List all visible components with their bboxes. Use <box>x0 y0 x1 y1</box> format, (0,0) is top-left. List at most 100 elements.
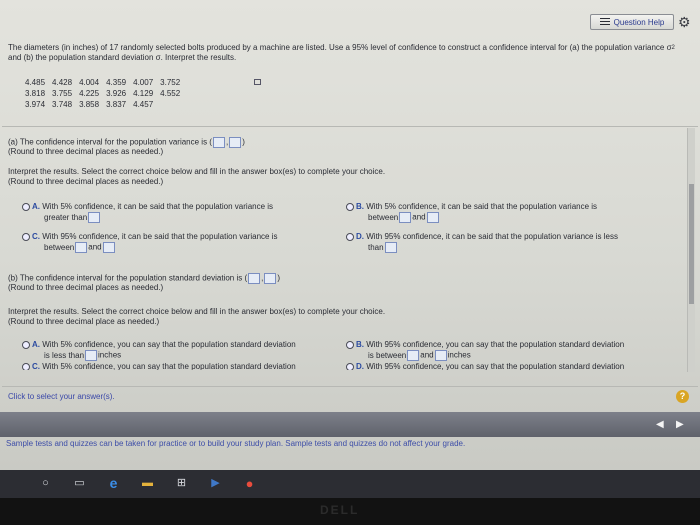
part-b-prompt-text: (b) The confidence interval for the popu… <box>8 273 248 283</box>
sd-lower-input[interactable] <box>248 273 261 284</box>
choice-text: With 95% confidence, you can say that th… <box>366 340 625 349</box>
radio-button[interactable] <box>22 340 30 349</box>
data-copy-icon[interactable] <box>254 79 261 85</box>
and-text: and <box>420 350 434 360</box>
part-b-round-note: (Round to three decimal places as needed… <box>8 283 164 292</box>
choice-text: With 95% confidence, it can be said that… <box>42 232 278 241</box>
part-b-choice-b[interactable]: B. With 95% confidence, you can say that… <box>346 340 624 361</box>
radio-button[interactable] <box>22 232 30 241</box>
part-a-choice-c[interactable]: C. With 95% confidence, it can be said t… <box>22 232 278 253</box>
variance-upper-input[interactable] <box>229 137 242 148</box>
divider <box>2 126 698 127</box>
table-cell: 4.004 <box>79 78 100 87</box>
part-a-b-input-2[interactable] <box>426 212 439 223</box>
edge-browser-icon[interactable]: e <box>106 476 121 491</box>
file-explorer-icon[interactable]: ▬ <box>140 476 155 491</box>
radio-button[interactable] <box>346 202 354 211</box>
table-cell: 4.225 <box>79 89 100 98</box>
brand-logo: DELL <box>320 503 360 517</box>
radio-button[interactable] <box>346 232 354 241</box>
choice-letter: B. <box>356 202 364 211</box>
part-a-interpret: Interpret the results. Select the correc… <box>8 167 386 176</box>
question-intro: The diameters (in inches) of 17 randomly… <box>8 43 688 63</box>
table-cell: 3.858 <box>79 100 100 109</box>
part-b-choice-a[interactable]: A. With 5% confidence, you can say that … <box>22 340 296 361</box>
table-row: 3.974 3.748 3.858 3.837 4.457 <box>22 99 184 110</box>
table-cell: 4.359 <box>106 78 127 87</box>
list-icon <box>599 18 610 26</box>
radio-button[interactable] <box>346 340 354 349</box>
choice-text: With 95% confidence, it can be said that… <box>366 232 618 241</box>
choice-letter: B. <box>356 340 364 349</box>
part-a-b-input-1[interactable] <box>399 212 412 223</box>
store-icon[interactable]: ⊞ <box>174 476 189 491</box>
table-cell: 3.974 <box>25 100 46 109</box>
table-cell: 3.752 <box>160 78 181 87</box>
choice-text-2: is less than <box>44 350 85 360</box>
table-cell: 4.007 <box>133 78 154 87</box>
question-help-label: Question Help <box>613 17 665 27</box>
taskbar <box>0 470 700 498</box>
choice-text: With 5% confidence, you can say that the… <box>42 362 296 370</box>
radio-button[interactable] <box>22 362 30 370</box>
part-a-c-input-2[interactable] <box>102 242 115 253</box>
close-paren: ) <box>242 137 245 147</box>
intro-line-1: The diameters (in inches) of 17 randomly… <box>8 43 593 52</box>
click-instruction: Click to select your answer(s). <box>8 392 115 401</box>
part-b-a-input[interactable] <box>85 350 98 361</box>
navigation-bar <box>0 412 700 437</box>
variance-lower-input[interactable] <box>212 137 225 148</box>
table-cell: 3.837 <box>106 100 127 109</box>
part-b-b-input-2[interactable] <box>434 350 447 361</box>
part-a-a-input[interactable] <box>88 212 101 223</box>
choice-text: With 5% confidence, it can be said that … <box>366 202 598 211</box>
part-a-choice-b[interactable]: B. With 5% confidence, it can be said th… <box>346 202 597 223</box>
units-text: inches <box>98 350 122 360</box>
part-b-choice-c[interactable]: C. With 5% confidence, you can say that … <box>22 362 296 370</box>
table-cell: 4.129 <box>133 89 154 98</box>
close-paren: ) <box>277 273 281 283</box>
choice-text: With 95% confidence, you can say that th… <box>366 362 625 370</box>
superscript: 2 <box>671 45 675 51</box>
gear-icon[interactable]: ⚙ <box>678 14 691 30</box>
data-table: 4.485 4.428 4.004 4.359 4.007 3.752 3.81… <box>22 77 184 110</box>
intro-line-2-end: and (b) the population standard deviatio… <box>8 53 237 62</box>
media-icon[interactable]: ▶ <box>208 476 223 491</box>
part-a-round-note: (Round to three decimal places as needed… <box>8 147 164 156</box>
choice-text-2: than <box>368 242 384 252</box>
part-b-choice-d[interactable]: D. With 95% confidence, you can say that… <box>346 362 624 370</box>
search-icon[interactable]: ○ <box>38 476 53 491</box>
task-view-icon[interactable]: ▭ <box>72 476 87 491</box>
scrollbar[interactable] <box>687 128 695 372</box>
choice-letter: D. <box>356 232 364 241</box>
choice-text: With 5% confidence, you can say that the… <box>42 340 296 349</box>
part-b-b-input-1[interactable] <box>407 350 420 361</box>
previous-arrow-icon[interactable]: ◀ <box>656 419 664 430</box>
units-text: inches <box>447 350 471 360</box>
table-cell: 3.818 <box>25 89 46 98</box>
choice-letter: C. <box>32 362 40 370</box>
part-a-c-input-1[interactable] <box>75 242 88 253</box>
comma: , <box>261 273 264 283</box>
help-icon[interactable]: ? <box>676 390 689 403</box>
question-help-button[interactable]: Question Help <box>590 14 674 30</box>
choice-text-2: between <box>44 242 75 252</box>
sd-upper-input[interactable] <box>264 273 277 284</box>
part-a-d-input[interactable] <box>384 242 397 253</box>
choice-letter: A. <box>32 202 40 211</box>
scroll-thumb[interactable] <box>689 184 694 304</box>
radio-button[interactable] <box>22 202 30 211</box>
part-a-choice-a[interactable]: A. With 5% confidence, it can be said th… <box>22 202 273 223</box>
table-cell: 4.552 <box>160 89 181 98</box>
choice-letter: D. <box>356 362 364 370</box>
part-b-interpret-round: (Round to three decimal place as needed.… <box>8 317 160 326</box>
part-b-interpret: Interpret the results. Select the correc… <box>8 307 386 316</box>
table-row: 3.818 3.755 4.225 3.926 4.129 4.552 <box>22 88 184 99</box>
intro-line-2: population variance σ <box>595 43 672 52</box>
next-arrow-icon[interactable]: ▶ <box>676 419 684 430</box>
choice-text: With 5% confidence, it can be said that … <box>42 202 274 211</box>
chrome-icon[interactable]: ● <box>242 476 257 491</box>
radio-button[interactable] <box>346 362 354 370</box>
table-cell: 4.457 <box>133 100 154 109</box>
part-a-choice-d[interactable]: D. With 95% confidence, it can be said t… <box>346 232 618 253</box>
